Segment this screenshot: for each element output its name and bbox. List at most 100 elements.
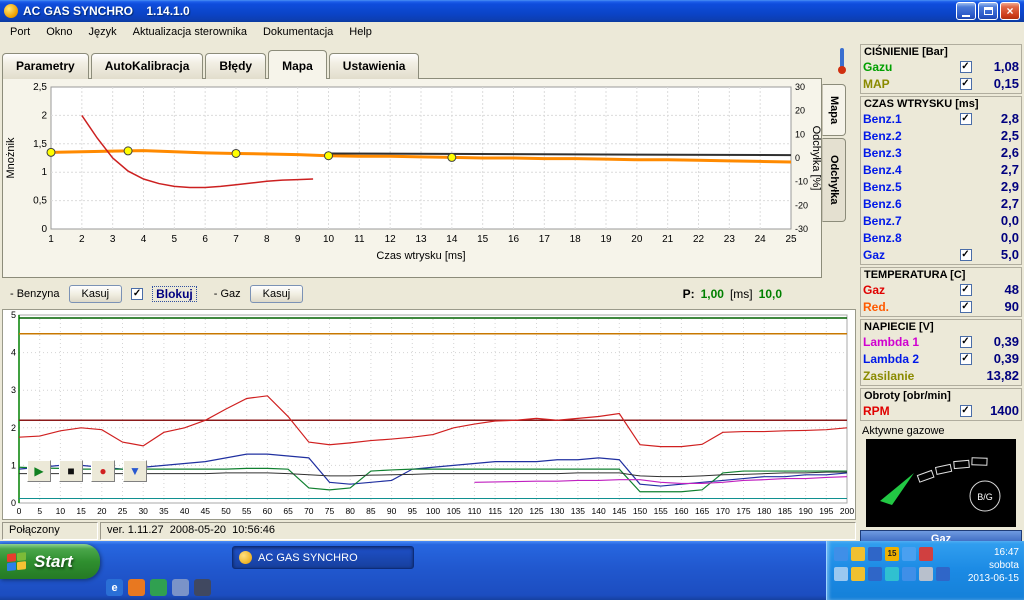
map-checkbox[interactable] — [959, 77, 972, 90]
y-tick-label: 0,5 — [33, 196, 47, 207]
gaz-checkbox[interactable] — [959, 248, 972, 261]
titlebar[interactable]: AC GAS SYNCHRO 1.14.1.0 × — [0, 0, 1024, 22]
close-button[interactable]: × — [1000, 2, 1020, 20]
side-tab-odchy-ka[interactable]: Odchyłka — [822, 138, 846, 222]
gaz-label: Gaz — [863, 282, 886, 297]
x-tick-label: 13 — [415, 234, 427, 245]
tray-icon-display[interactable] — [868, 566, 882, 581]
kasuj-benzyna-button[interactable]: Kasuj — [68, 285, 123, 303]
play-button[interactable]: ▶ — [27, 460, 51, 482]
window-controls: × — [956, 2, 1020, 20]
quicklaunch-messenger-icon[interactable] — [150, 579, 167, 596]
tab-mapa[interactable]: Mapa — [268, 50, 327, 79]
bg-switch-label[interactable]: B/G — [977, 492, 993, 502]
benz-5-value: 2,9 — [1000, 179, 1019, 194]
telemetry-row-3-lambda-1: Lambda 1 0,39 — [863, 333, 1019, 350]
menubar: Port Okno Język Aktualizacja sterownika Doku… — [0, 22, 858, 42]
benz-7-value: 0,0 — [1000, 213, 1019, 228]
map-node-point — [46, 147, 56, 157]
tray-icon-usb[interactable] — [885, 566, 899, 581]
tray-icon-energy[interactable] — [851, 566, 865, 581]
telemetry-row-1-benz-4: Benz.4 2,7 — [863, 161, 1019, 178]
y-tick-label: 3 — [11, 385, 16, 395]
x-tick-label: 160 — [674, 506, 688, 516]
lambda-1-checkbox[interactable] — [959, 335, 972, 348]
y-tick-label: 2 — [11, 423, 16, 433]
x-tick-label: 100 — [426, 506, 440, 516]
minimize-button[interactable] — [956, 2, 976, 20]
lambda-2-checkbox[interactable] — [959, 352, 972, 365]
x-tick-label: 8 — [264, 234, 270, 245]
blokuj-label[interactable]: Blokuj — [152, 286, 197, 302]
stop-button[interactable]: ■ — [59, 460, 83, 482]
x-tick-label: 14 — [446, 234, 458, 245]
taskbar-clock[interactable]: 16:47 sobota 2013-06-15 — [968, 546, 1019, 585]
tray-icon-calendar[interactable]: 15 — [885, 546, 899, 561]
marker-button[interactable]: ▼ — [123, 460, 147, 482]
tray-icon-lan[interactable] — [936, 566, 950, 581]
side-tab-mapa[interactable]: Mapa — [822, 84, 846, 136]
quicklaunch-show-desktop-icon[interactable] — [172, 579, 189, 596]
x-tick-label: 6 — [202, 234, 208, 245]
tray-icon-alert[interactable] — [919, 546, 933, 561]
x-tick-label: 105 — [447, 506, 461, 516]
gaz-value: 48 — [1004, 282, 1019, 297]
section-title-czas-wtrysku-ms: CZAS WTRYSKU [ms] — [864, 98, 979, 110]
section-title-ci-nienie-bar: CIŚNIENIE [Bar] — [864, 46, 948, 58]
x-tick-label: 170 — [716, 506, 730, 516]
map-node-point — [447, 152, 457, 162]
tray-icon-volume[interactable] — [902, 546, 916, 561]
lambda-2-value: 0,39 — [993, 351, 1019, 366]
tray-icon-messenger[interactable] — [834, 566, 848, 581]
x-tick-label: 1 — [48, 234, 54, 245]
red-checkbox[interactable] — [959, 300, 972, 313]
x-tick-label: 150 — [633, 506, 647, 516]
taskbar-app-button[interactable]: AC GAS SYNCHRO — [232, 546, 414, 569]
tray-icon-sync[interactable] — [902, 566, 916, 581]
tray-icon-printer[interactable] — [919, 566, 933, 581]
y-tick-label: 0 — [41, 224, 47, 235]
x-tick-label: 120 — [509, 506, 523, 516]
quicklaunch-internet-icon[interactable]: e — [106, 579, 123, 596]
telemetry-sections: CIŚNIENIE [Bar]Gazu 1,08 MAP 0,15 CZAS WTRYS… — [860, 44, 1022, 421]
y-right-tick-label: 0 — [795, 153, 800, 163]
gaz-checkbox[interactable] — [959, 283, 972, 296]
x-tick-label: 9 — [295, 234, 301, 245]
tab-ustawienia[interactable]: Ustawienia — [328, 53, 420, 79]
benz-1-checkbox[interactable] — [959, 112, 972, 125]
map-chart[interactable]: 1 2 3 4 5 6 7 8 9 10 11 12 13 14 15 16 17 18 19 20 21 22 23 24 2… — [3, 79, 821, 277]
tab-b-dy[interactable]: Błędy — [205, 53, 267, 79]
tab-autokalibracja[interactable]: AutoKalibracja — [90, 53, 204, 79]
quicklaunch-media-player-icon[interactable] — [194, 579, 211, 596]
tray-icon-security[interactable] — [868, 546, 882, 561]
x-axis-title: Czas wtrysku [ms] — [376, 250, 465, 262]
telemetry-row-1-benz-1: Benz.1 2,8 — [863, 110, 1019, 127]
quicklaunch-browser-icon[interactable] — [128, 579, 145, 596]
record-button[interactable]: ● — [91, 460, 115, 482]
benz-3-label: Benz.3 — [863, 145, 902, 160]
menu-j-zyk[interactable]: Język — [80, 24, 124, 40]
tray-icon-update[interactable] — [851, 546, 865, 561]
maximize-button[interactable] — [978, 2, 998, 20]
gazu-checkbox[interactable] — [959, 60, 972, 73]
x-tick-label: 110 — [468, 506, 482, 516]
menu-okno[interactable]: Okno — [38, 24, 80, 40]
rpm-checkbox[interactable] — [959, 404, 972, 417]
kasuj-gaz-button[interactable]: Kasuj — [249, 285, 304, 303]
menu-aktualizacja-sterownika[interactable]: Aktualizacja sterownika — [125, 24, 255, 40]
rpm-label: RPM — [863, 403, 890, 418]
menu-help[interactable]: Help — [341, 24, 380, 40]
tab-parametry[interactable]: Parametry — [2, 53, 89, 79]
tray-icon-network[interactable] — [834, 546, 848, 561]
record-icon: ● — [99, 464, 107, 478]
x-tick-label: 190 — [799, 506, 813, 516]
start-button[interactable]: Start — [0, 544, 100, 579]
active-injectors-label: Aktywne gazowe — [862, 425, 945, 437]
scope-chart[interactable]: 0 5 10 15 20 25 30 35 40 45 50 55 60 65 70 75 80 85 90 95 10… — [3, 310, 855, 519]
menu-port[interactable]: Port — [2, 24, 38, 40]
telemetry-row-4-rpm: RPM 1400 — [863, 402, 1019, 419]
x-tick-label: 60 — [263, 506, 273, 516]
menu-dokumentacja[interactable]: Dokumentacja — [255, 24, 341, 40]
x-tick-label: 11 — [354, 234, 365, 245]
blokuj-checkbox[interactable] — [131, 288, 144, 300]
